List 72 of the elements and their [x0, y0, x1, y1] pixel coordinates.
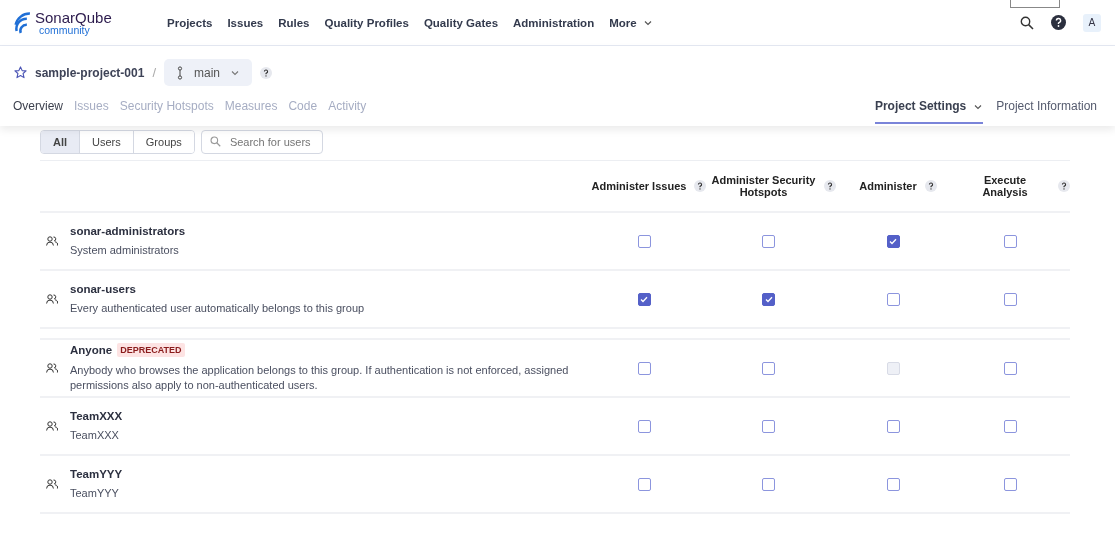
permission-checkbox[interactable] [637, 234, 651, 248]
star-icon[interactable] [14, 66, 27, 79]
project-menu[interactable]: Project Information [996, 96, 1097, 124]
filter-option[interactable]: Groups [132, 131, 194, 153]
permission-checkbox[interactable] [762, 419, 775, 433]
group-icon [46, 363, 58, 373]
logo-name: SonarQube [35, 9, 112, 25]
column-header: Execute Analysis [981, 174, 1029, 198]
nav-link[interactable]: Quality Profiles [324, 16, 409, 29]
user-avatar[interactable]: A [1083, 13, 1101, 32]
nav-link[interactable]: More [609, 16, 653, 29]
group-icon [46, 294, 58, 304]
group-name: sonar-administrators [70, 224, 186, 237]
permission-checkbox[interactable] [886, 477, 900, 491]
nav-link[interactable]: Issues [227, 16, 264, 29]
group-name: Anyone [70, 344, 113, 357]
permission-checkbox[interactable] [1003, 477, 1017, 491]
group-name: TeamXXX [70, 409, 123, 422]
permission-checkbox[interactable] [762, 361, 775, 375]
group-description: TeamYYY [70, 485, 120, 501]
group-description: Every authenticated user automatically belongs to this group [70, 300, 365, 316]
logo-edition: community [39, 24, 90, 36]
nav-link[interactable]: Quality Gates [423, 16, 499, 29]
breadcrumb-separator: / [152, 65, 156, 80]
permission-checkbox[interactable] [637, 419, 651, 433]
group-description: Anybody who browses the application belongs to this group. If authentication is not enforced, assigned permissions also apply to non-authenticated users. [70, 363, 570, 393]
permission-checkbox[interactable] [637, 292, 651, 306]
help-icon[interactable] [1051, 15, 1066, 30]
deprecated-badge: DEPRECATED [117, 343, 185, 358]
column-header: Administer Issues [591, 180, 687, 192]
help-icon[interactable] [1058, 180, 1070, 192]
help-icon[interactable] [824, 180, 836, 192]
permission-checkbox[interactable] [1003, 361, 1017, 375]
permission-checkbox[interactable] [1003, 419, 1017, 433]
permission-checkbox[interactable] [762, 234, 775, 248]
help-icon[interactable] [260, 66, 273, 79]
project-link[interactable]: sample-project-001 [35, 65, 145, 80]
project-tab[interactable]: Overview [13, 96, 63, 124]
group-icon [46, 421, 58, 431]
frame-edge [1010, 0, 1060, 8]
logo[interactable]: SonarQube community [14, 9, 164, 36]
search-icon[interactable] [1020, 15, 1034, 30]
nav-link[interactable]: Rules [278, 16, 310, 29]
permission-checkbox[interactable] [637, 361, 651, 375]
group-icon [46, 236, 58, 246]
branch-selector[interactable]: main [164, 59, 253, 86]
group-description: System administrators [70, 242, 180, 258]
permission-checkbox[interactable] [886, 292, 900, 306]
column-header: Administer [859, 180, 917, 192]
permission-checkbox[interactable] [886, 419, 900, 433]
permission-checkbox[interactable] [1003, 292, 1017, 306]
permission-checkbox[interactable] [762, 292, 775, 306]
help-icon[interactable] [924, 180, 937, 192]
group-name: TeamYYY [70, 467, 123, 480]
sonar-waves-icon [14, 11, 31, 34]
column-header: Administer Security Hotspots [711, 174, 816, 198]
branch-icon [176, 65, 184, 80]
nav-link[interactable]: Projects [167, 16, 213, 29]
project-menu[interactable]: Project Settings [874, 96, 984, 124]
group-name: sonar-users [70, 282, 136, 295]
nav-link[interactable]: Administration [513, 16, 595, 29]
chevron-down-icon [973, 102, 984, 112]
permission-checkbox[interactable] [637, 477, 651, 491]
permission-checkbox[interactable] [1003, 234, 1017, 248]
help-icon[interactable] [694, 180, 707, 192]
group-description: TeamXXX [70, 427, 120, 443]
search-field[interactable]: Search for users [200, 130, 323, 154]
filter-option[interactable]: All [41, 131, 80, 153]
search-icon [209, 136, 221, 147]
group-icon [46, 479, 58, 489]
permission-checkbox[interactable] [762, 477, 775, 491]
permission-checkbox[interactable] [886, 234, 900, 248]
